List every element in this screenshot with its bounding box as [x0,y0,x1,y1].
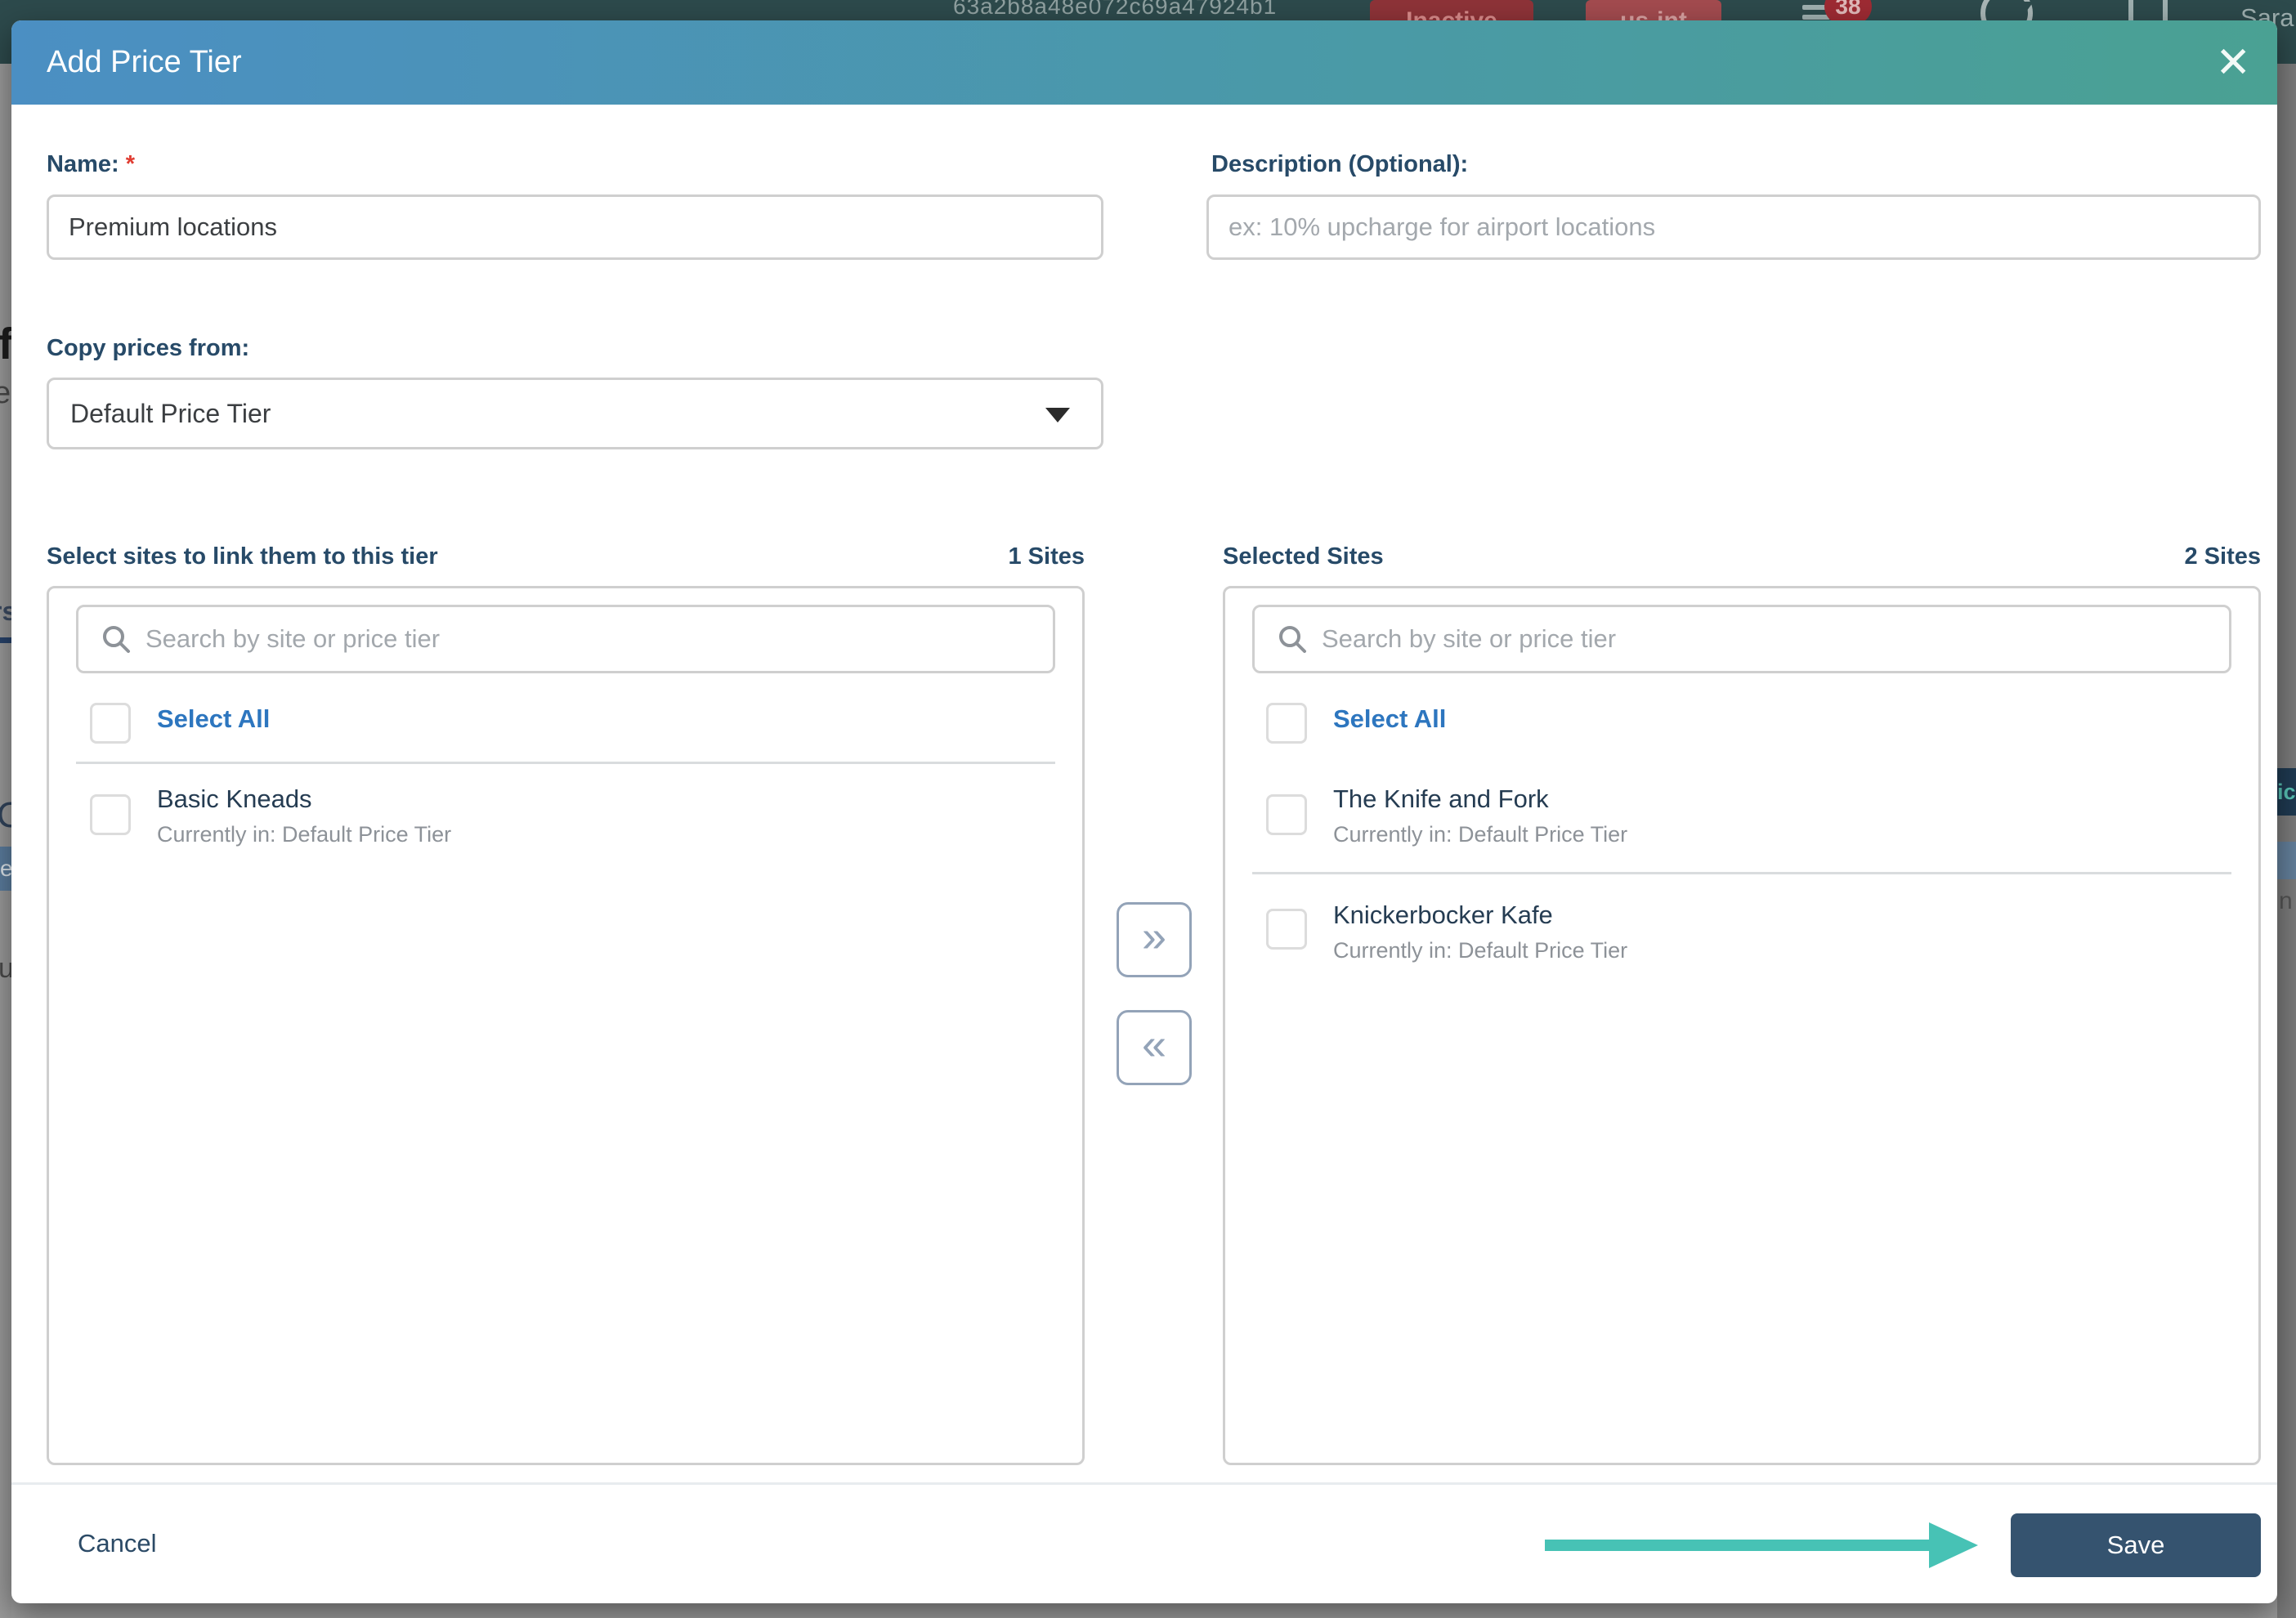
available-search-box [76,605,1055,673]
background-tab-underline [0,637,11,643]
background-right-edge: ic n [2277,64,2296,1618]
move-left-button[interactable]: « [1117,1010,1192,1085]
site-checkbox[interactable] [1266,794,1307,835]
dialog-title: Add Price Tier [47,45,242,79]
site-name: Basic Kneads [157,784,312,813]
background-left-edge: f e rs C e u [0,64,11,1618]
double-chevron-right-icon: » [1141,912,1167,961]
arrow-shaft [1545,1540,1932,1551]
arrow-head-icon [1929,1522,1978,1568]
search-icon [103,626,130,653]
double-chevron-left-icon: « [1141,1020,1167,1069]
selected-search-input[interactable] [1320,624,2222,655]
background-chip-fragment: ic [2277,768,2296,816]
annotation-arrow [1545,1522,1978,1568]
available-search-input[interactable] [144,624,1046,655]
cancel-button[interactable]: Cancel [78,1529,157,1558]
site-checkbox[interactable] [1266,909,1307,950]
add-price-tier-dialog: Add Price Tier ✕ Name: * Description (Op… [11,20,2277,1603]
divider [1252,872,2231,874]
site-current-tier: Currently in: Default Price Tier [157,822,452,847]
selected-sites-panel: Select All The Knife and Fork Currently … [1223,586,2261,1465]
background-fragment: u [0,953,11,984]
available-select-all-label[interactable]: Select All [157,704,270,734]
select-caret-icon [1045,408,1070,422]
dialog-header: Add Price Tier ✕ [11,20,2277,105]
description-label: Description (Optional): [1211,151,1469,177]
close-icon[interactable]: ✕ [2215,20,2251,105]
copy-prices-selected-value: Default Price Tier [70,398,271,428]
chevron-down-icon [2014,2,2034,15]
background-fragment: rs [0,597,11,626]
footer-divider [11,1482,2277,1485]
copy-prices-label: Copy prices from: [47,335,250,361]
site-current-tier: Currently in: Default Price Tier [1333,822,1628,847]
move-right-button[interactable]: » [1117,902,1192,977]
available-panel-heading: Select sites to link them to this tier [47,543,438,570]
background-block-fragment [2277,842,2296,879]
background-fragment: f [0,320,11,369]
background-button-fragment: e [0,847,11,891]
required-asterisk: * [125,151,136,177]
name-input[interactable] [47,194,1103,260]
available-select-all-checkbox[interactable] [90,703,131,744]
save-button[interactable]: Save [2011,1513,2261,1577]
background-fragment: n [2279,887,2293,914]
available-sites-count: 1 Sites [1008,543,1085,570]
selected-select-all-label[interactable]: Select All [1333,704,1446,734]
name-label: Name: * [47,151,136,177]
divider [76,762,1055,764]
background-fragment: e [0,376,11,410]
selected-panel-heading: Selected Sites [1223,543,1384,570]
site-name: Knickerbocker Kafe [1333,901,1553,929]
selected-sites-count: 2 Sites [2184,543,2262,570]
record-id-text: 63a2b8a48e072c69a47924b1 [953,0,1278,19]
selected-select-all-checkbox[interactable] [1266,703,1307,744]
site-current-tier: Currently in: Default Price Tier [1333,938,1628,963]
site-checkbox[interactable] [90,794,131,835]
description-input[interactable] [1206,194,2261,260]
copy-prices-select[interactable]: Default Price Tier [47,378,1103,449]
selected-search-box [1252,605,2231,673]
available-sites-panel: Select All Basic Kneads Currently in: De… [47,586,1085,1465]
search-icon [1279,626,1306,653]
site-name: The Knife and Fork [1333,784,1549,813]
background-fragment: C [0,795,11,836]
